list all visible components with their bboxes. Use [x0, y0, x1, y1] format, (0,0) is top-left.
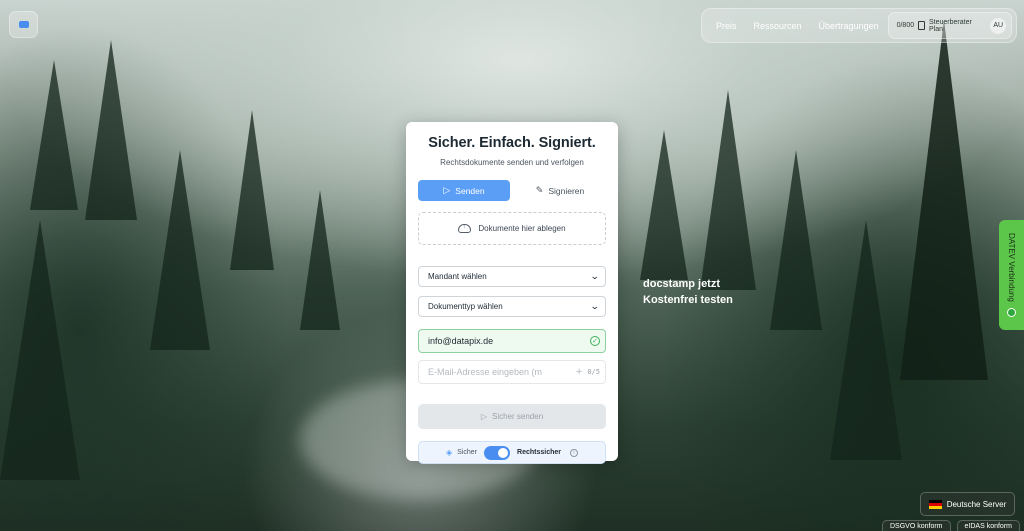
dropzone-label: Dokumente hier ablegen — [478, 224, 566, 233]
gdpr-badge[interactable]: DSGVO konform — [882, 520, 951, 531]
recipient-email-chip[interactable]: info@datapix.de ✓ — [418, 329, 606, 353]
chevron-down-icon: ⌄ — [590, 271, 601, 281]
security-mode-switch: ◈ Sicher Rechtssicher i — [418, 441, 606, 464]
tree-decoration — [770, 150, 822, 330]
tree-decoration — [900, 20, 988, 380]
send-icon: ▷ — [443, 185, 451, 195]
mode-tabs: ▷ Senden ✎ Signieren — [418, 180, 606, 201]
tree-decoration — [640, 130, 688, 280]
user-avatar[interactable]: AU — [990, 17, 1006, 34]
tab-sign-label: Signieren — [548, 185, 585, 196]
client-select-value: Mandant wählen — [428, 272, 487, 281]
email-input[interactable] — [428, 367, 552, 377]
german-flag-icon — [928, 499, 942, 509]
doctype-select[interactable]: Dokumenttyp wählen ⌄ — [418, 296, 606, 317]
tree-decoration — [85, 40, 137, 220]
document-icon — [918, 21, 925, 30]
security-mode-toggle[interactable] — [484, 445, 511, 460]
shield-icon: ◈ — [446, 448, 453, 457]
email-count: 0/5 — [587, 368, 600, 376]
tab-send-label: Senden — [455, 185, 485, 196]
pen-icon: ✎ — [535, 185, 544, 195]
promo-line-1: docstamp jetzt — [643, 278, 721, 290]
server-label: Deutsche Server — [946, 499, 1007, 509]
connection-status-icon — [1007, 307, 1016, 317]
email-field: + 0/5 — [418, 360, 606, 384]
tree-decoration — [300, 190, 340, 330]
promo-text[interactable]: docstamp jetzt Kostenfrei testen — [643, 276, 733, 308]
tab-sign[interactable]: ✎ Signieren — [514, 180, 606, 201]
plan-usage-count: 0/800 — [896, 22, 915, 29]
top-navigation: Preis Ressourcen Übertragungen 0/800 Ste… — [701, 8, 1017, 43]
tab-send[interactable]: ▷ Senden — [418, 180, 510, 201]
eidas-badge[interactable]: eIDAS konform — [956, 520, 1020, 531]
datev-label: DATEV Verbindung — [1007, 233, 1016, 302]
nav-link-transfers[interactable]: Übertragungen — [819, 21, 879, 31]
chevron-down-icon: ⌄ — [590, 301, 601, 311]
plan-name: Steuerberater Plan — [929, 18, 972, 33]
app-logo-icon — [18, 21, 29, 28]
check-circle-icon: ✓ — [590, 336, 600, 346]
send-button[interactable]: ▷ Sicher senden — [418, 404, 606, 429]
tree-decoration — [30, 60, 78, 210]
nav-link-price[interactable]: Preis — [716, 21, 737, 31]
compliance-badges: DSGVO konform eIDAS konform — [882, 520, 1020, 531]
app-menu-button[interactable] — [9, 11, 38, 38]
plan-indicator[interactable]: 0/800 Steuerberater Plan AU — [887, 12, 1012, 39]
server-location-badge[interactable]: Deutsche Server — [920, 492, 1015, 516]
cloud-upload-icon — [458, 223, 472, 233]
tree-decoration — [0, 220, 80, 480]
tree-decoration — [150, 150, 210, 350]
mode-right-label: Rechtssicher — [517, 449, 561, 456]
tree-decoration — [700, 90, 756, 290]
tree-decoration — [830, 220, 902, 460]
doctype-select-value: Dokumenttyp wählen — [428, 302, 503, 311]
card-subtitle: Rechtsdokumente senden und verfolgen — [440, 158, 584, 167]
recipient-email-value: info@datapix.de — [428, 336, 494, 346]
send-button-label: Sicher senden — [492, 412, 544, 421]
datev-connection-tab[interactable]: DATEV Verbindung — [999, 220, 1024, 330]
info-icon[interactable]: i — [569, 448, 578, 457]
card-title: Sicher. Einfach. Signiert. — [428, 135, 596, 151]
send-card: Sicher. Einfach. Signiert. Rechtsdokumen… — [406, 122, 618, 464]
client-select[interactable]: Mandant wählen ⌄ — [418, 266, 606, 287]
document-dropzone[interactable]: Dokumente hier ablegen — [418, 212, 606, 245]
send-icon: ▷ — [480, 412, 487, 421]
mode-left-label: Sicher — [457, 449, 478, 456]
tree-decoration — [230, 110, 274, 270]
add-email-icon[interactable]: + — [576, 366, 582, 378]
nav-link-resources[interactable]: Ressourcen — [754, 21, 802, 31]
promo-line-2: Kostenfrei testen — [643, 294, 733, 306]
